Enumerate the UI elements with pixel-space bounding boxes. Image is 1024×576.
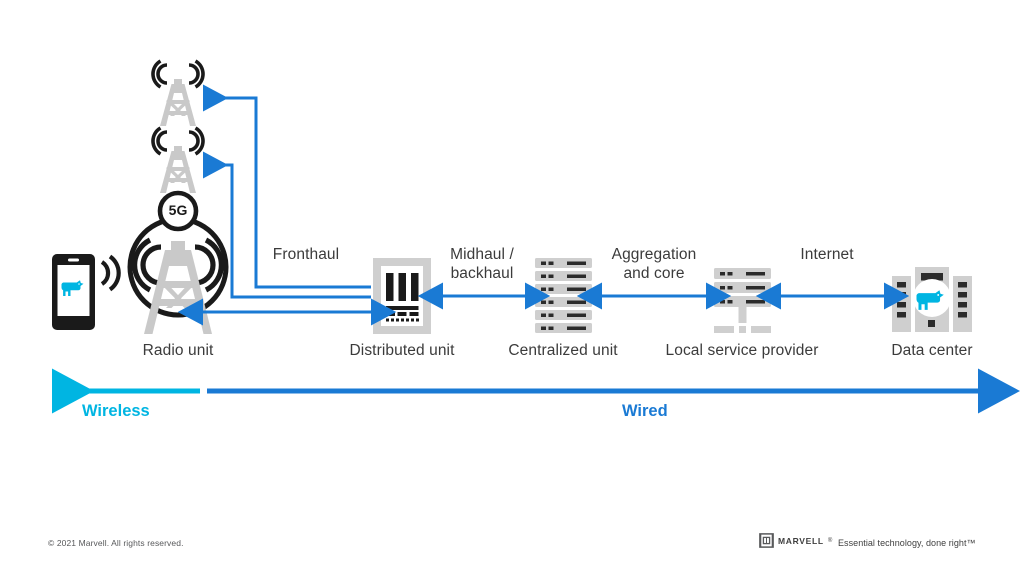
marvell-wordmark: MARVELL	[778, 535, 824, 546]
5g-badge-label: 5G	[168, 202, 188, 218]
footer-copyright: © 2021 Marvell. All rights reserved.	[48, 538, 184, 548]
data-center-buildings-icon	[892, 267, 972, 332]
link-label-internet: Internet	[800, 246, 854, 263]
link-label-aggregation-line2: and core	[623, 265, 685, 282]
link-label-aggregation-and-core: Aggregation and core	[554, 245, 754, 283]
link-label-aggregation-line1: Aggregation	[611, 246, 697, 263]
diagram-graphics	[51, 59, 1020, 414]
connector-du-to-tower2	[202, 151, 371, 299]
link-label-midhaul-line1: Midhaul /	[450, 246, 514, 263]
link-label-midhaul-backhaul: Midhaul / backhaul	[382, 245, 582, 283]
node-label-radio-unit: Radio unit	[142, 342, 214, 359]
scale-label-wired: Wired	[622, 402, 668, 420]
diagram-canvas: 5G Radio unit Distributed unit Centraliz…	[0, 0, 1024, 576]
smartphone-icon	[52, 254, 95, 330]
marvell-logo: MARVELL ®	[759, 533, 832, 548]
footer-tagline: Essential technology, done right™	[838, 538, 976, 548]
cell-tower-icon	[160, 146, 196, 193]
marvell-logomark-icon	[759, 533, 774, 548]
link-label-midhaul-line2: backhaul	[450, 265, 514, 282]
tower-signal-icon	[151, 59, 205, 89]
cell-tower-icon	[144, 241, 212, 334]
scale-label-wireless: Wireless	[82, 402, 150, 420]
marvell-trademark: ®	[827, 537, 833, 544]
node-label-local-service-provider: Local service provider	[665, 342, 819, 359]
phone-signal-icon	[100, 254, 121, 292]
cell-tower-icon	[160, 79, 196, 126]
link-label-fronthaul: Fronthaul	[272, 246, 340, 263]
tower-signal-icon	[151, 126, 205, 156]
node-label-data-center: Data center	[891, 342, 973, 359]
